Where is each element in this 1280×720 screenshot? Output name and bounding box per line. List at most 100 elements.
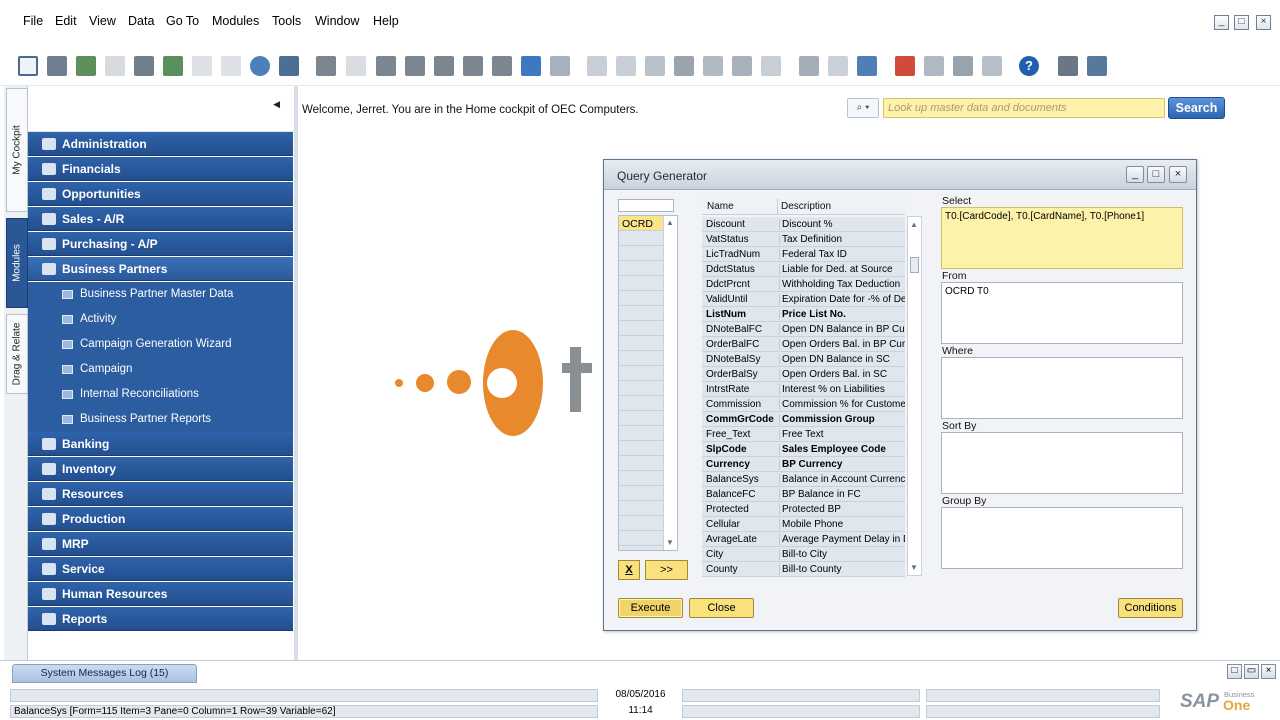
module-financials[interactable]: Financials — [28, 157, 293, 181]
field-row[interactable]: Currency BP Currency — [702, 457, 905, 472]
search-input[interactable] — [883, 98, 1165, 118]
module-banking[interactable]: Banking — [28, 432, 293, 456]
execute-button[interactable]: Execute — [618, 598, 683, 618]
table-row[interactable] — [619, 471, 663, 486]
query-generator-titlebar[interactable]: Query Generator _ □ × — [604, 160, 1196, 190]
table-row[interactable] — [619, 231, 663, 246]
field-row[interactable]: BalanceSys Balance in Account Currenc — [702, 472, 905, 487]
module-business-partners[interactable]: Business Partners — [28, 257, 293, 281]
table-row[interactable] — [619, 426, 663, 441]
scroll-down-icon[interactable]: ▼ — [910, 563, 918, 572]
column-header-description[interactable]: Description — [777, 199, 905, 215]
module-sales-ar[interactable]: Sales - A/R — [28, 207, 293, 231]
table-row[interactable] — [619, 396, 663, 411]
refresh-icon[interactable] — [492, 56, 512, 76]
last-record-icon[interactable] — [463, 56, 483, 76]
remove-table-button[interactable]: X — [618, 560, 640, 580]
menu-edit[interactable]: Edit — [55, 14, 77, 28]
menu-file[interactable]: File — [23, 14, 43, 28]
layout-icon[interactable] — [1087, 56, 1107, 76]
edit-icon[interactable] — [799, 56, 819, 76]
field-row[interactable]: VatStatus Tax Definition — [702, 232, 905, 247]
add-table-button[interactable]: >> — [645, 560, 688, 580]
field-row[interactable]: AvrageLate Average Payment Delay in D — [702, 532, 905, 547]
move-icon[interactable] — [250, 56, 270, 76]
table-row[interactable] — [619, 246, 663, 261]
table-row[interactable] — [619, 291, 663, 306]
maximize-icon[interactable]: □ — [1147, 166, 1165, 183]
field-row[interactable]: Free_Text Free Text — [702, 427, 905, 442]
form-settings-icon[interactable] — [279, 56, 299, 76]
add-document-icon[interactable] — [346, 56, 366, 76]
sort-by-field[interactable] — [941, 432, 1183, 494]
scroll-thumb[interactable] — [910, 257, 919, 273]
field-row[interactable]: ValidUntil Expiration Date for -% of De — [702, 292, 905, 307]
gross-profit-icon[interactable] — [645, 56, 665, 76]
close-icon[interactable]: × — [1169, 166, 1187, 183]
payment-icon[interactable] — [761, 56, 781, 76]
field-row[interactable]: Discount Discount % — [702, 217, 905, 232]
menu-window[interactable]: Window — [315, 14, 359, 28]
close-button[interactable]: Close — [689, 598, 754, 618]
tables-list[interactable]: OCRD ▲ ▼ — [618, 215, 678, 551]
table-row[interactable]: OCRD — [619, 216, 663, 231]
module-service[interactable]: Service — [28, 557, 293, 581]
field-row[interactable]: LicTradNum Federal Tax ID — [702, 247, 905, 262]
tab-drag-and-relate[interactable]: Drag & Relate — [6, 314, 28, 394]
filter-icon[interactable] — [521, 56, 541, 76]
table-row[interactable] — [619, 501, 663, 516]
field-row[interactable]: City Bill-to City — [702, 547, 905, 562]
module-inventory[interactable]: Inventory — [28, 457, 293, 481]
minimize-icon[interactable]: _ — [1126, 166, 1144, 183]
sub-item-internal-reconciliations[interactable]: Internal Reconciliations — [28, 382, 293, 407]
search-button[interactable]: Search — [1168, 97, 1225, 119]
organization-icon[interactable] — [982, 56, 1002, 76]
table-row[interactable] — [619, 486, 663, 501]
table-row[interactable] — [619, 531, 663, 546]
table-row[interactable] — [619, 456, 663, 471]
alert-icon[interactable] — [895, 56, 915, 76]
module-opportunities[interactable]: Opportunities — [28, 182, 293, 206]
tab-modules[interactable]: Modules — [6, 218, 28, 308]
minimize-icon[interactable]: _ — [1214, 15, 1229, 30]
query-icon[interactable] — [828, 56, 848, 76]
restore-icon[interactable]: □ — [1234, 15, 1249, 30]
find-icon[interactable] — [316, 56, 336, 76]
fields-scrollbar[interactable]: ▲ ▼ — [907, 216, 922, 576]
scroll-down-icon[interactable]: ▼ — [666, 538, 674, 547]
word-icon[interactable] — [192, 56, 212, 76]
select-field[interactable]: T0.[CardCode], T0.[CardName], T0.[Phone1… — [941, 207, 1183, 269]
export-icon[interactable] — [76, 56, 96, 76]
field-row[interactable]: DNoteBalSy Open DN Balance in SC — [702, 352, 905, 367]
where-field[interactable] — [941, 357, 1183, 419]
restore-icon[interactable]: □ — [1227, 664, 1242, 679]
tab-my-cockpit[interactable]: My Cockpit — [6, 88, 28, 212]
search-scope-dropdown[interactable]: ⌕ ▾ — [847, 98, 879, 118]
module-mrp[interactable]: MRP — [28, 532, 293, 556]
next-record-icon[interactable] — [434, 56, 454, 76]
menu-view[interactable]: View — [89, 14, 116, 28]
column-header-name[interactable]: Name — [702, 199, 777, 215]
module-reports[interactable]: Reports — [28, 607, 293, 631]
field-row[interactable]: CommGrCode Commission Group — [702, 412, 905, 427]
target-document-icon[interactable] — [616, 56, 636, 76]
journal-icon[interactable] — [732, 56, 752, 76]
scroll-up-icon[interactable]: ▲ — [910, 220, 918, 229]
maximize-icon[interactable]: ▭ — [1244, 664, 1259, 679]
close-icon[interactable]: × — [1256, 15, 1271, 30]
previous-record-icon[interactable] — [405, 56, 425, 76]
field-row[interactable]: DdctStatus Liable for Ded. at Source — [702, 262, 905, 277]
currency-icon[interactable] — [703, 56, 723, 76]
table-row[interactable] — [619, 411, 663, 426]
sub-item-activity[interactable]: Activity — [28, 307, 293, 332]
message-icon[interactable] — [924, 56, 944, 76]
module-administration[interactable]: Administration — [28, 132, 293, 156]
pdf-icon[interactable] — [221, 56, 241, 76]
menu-data[interactable]: Data — [128, 14, 154, 28]
field-row[interactable]: OrderBalFC Open Orders Bal. in BP Curr — [702, 337, 905, 352]
field-row[interactable]: County Bill-to County — [702, 562, 905, 577]
calendar-icon[interactable] — [953, 56, 973, 76]
system-messages-log-tab[interactable]: System Messages Log (15) — [12, 664, 197, 683]
print-icon[interactable] — [47, 56, 67, 76]
table-row[interactable] — [619, 336, 663, 351]
